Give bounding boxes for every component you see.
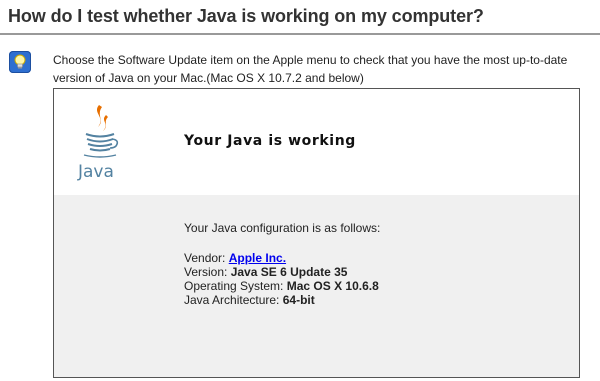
- architecture-row: Java Architecture: 64-bit: [184, 293, 379, 307]
- tip-text: Choose the Software Update item on the A…: [53, 53, 568, 85]
- config-heading: Your Java configuration is as follows:: [184, 221, 381, 235]
- architecture-label: Java Architecture:: [184, 293, 280, 307]
- java-logo-icon: Java: [72, 101, 128, 182]
- vendor-link[interactable]: Apple Inc.: [229, 251, 286, 265]
- config-details: Vendor: Apple Inc. Version: Java SE 6 Up…: [184, 251, 379, 307]
- java-test-panel: Java Your Java is working Your Java conf…: [53, 88, 580, 378]
- os-value: Mac OS X 10.6.8: [286, 279, 379, 293]
- version-row: Version: Java SE 6 Update 35: [184, 265, 379, 279]
- page-title: How do I test whether Java is working on…: [8, 6, 484, 26]
- lightbulb-icon: [9, 51, 31, 73]
- status-message: Your Java is working: [184, 133, 356, 149]
- panel-header: Java Your Java is working: [54, 89, 579, 195]
- vendor-label: Vendor:: [184, 251, 226, 265]
- os-label: Operating System:: [184, 279, 284, 293]
- version-value: Java SE 6 Update 35: [230, 265, 348, 279]
- architecture-value: 64-bit: [282, 293, 315, 307]
- vendor-row: Vendor: Apple Inc.: [184, 251, 379, 265]
- java-logo-text: Java: [77, 162, 114, 181]
- os-row: Operating System: Mac OS X 10.6.8: [184, 279, 379, 293]
- page-header: How do I test whether Java is working on…: [0, 0, 600, 35]
- version-label: Version:: [184, 265, 228, 279]
- config-section: Your Java configuration is as follows: V…: [54, 195, 579, 377]
